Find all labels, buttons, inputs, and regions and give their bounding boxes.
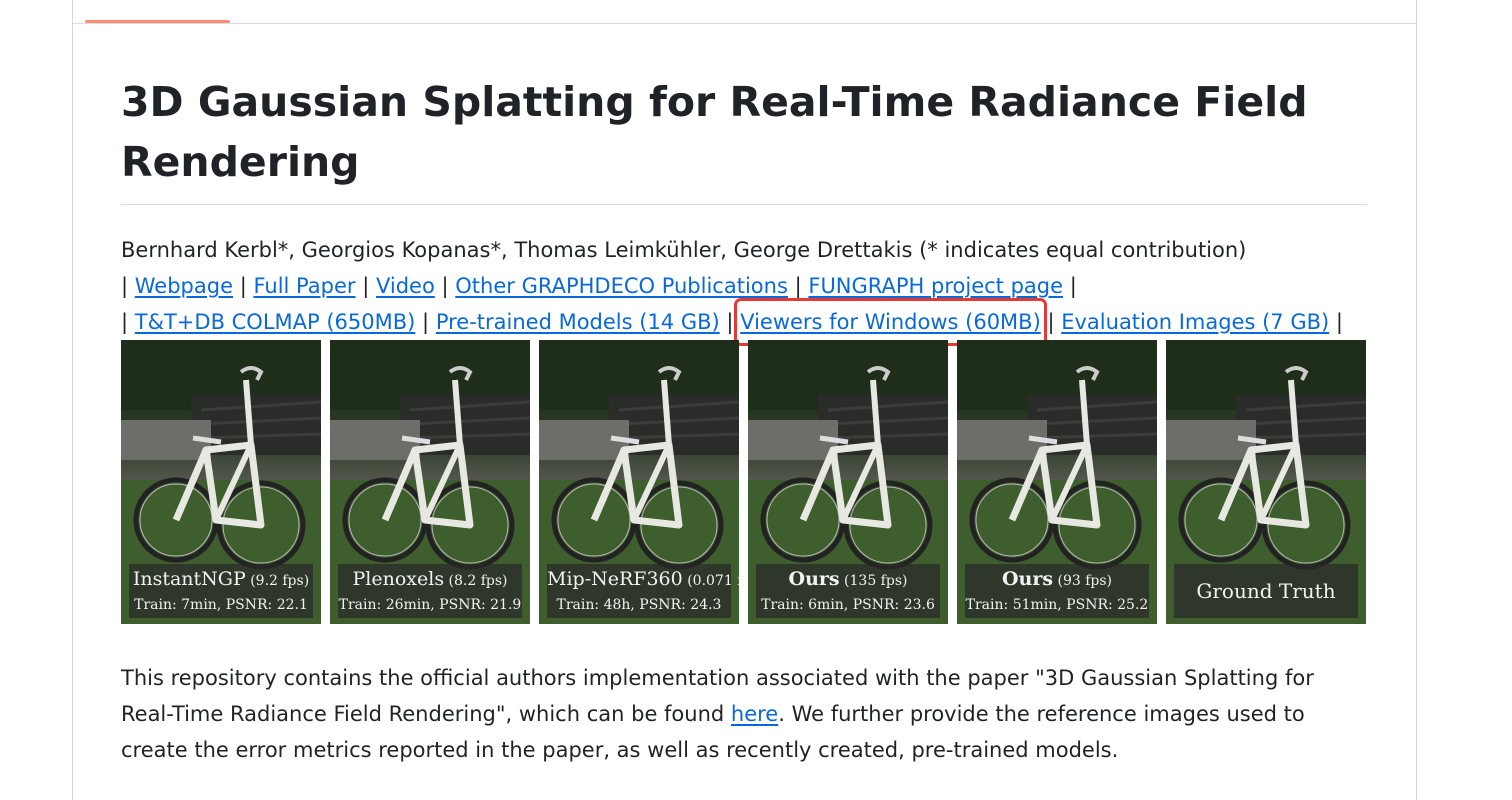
teaser-fps: (93 fps) (1053, 573, 1113, 589)
separator: | (1335, 310, 1343, 334)
teaser-tile: InstantNGP (9.2 fps) Train: 7min, PSNR: 2… (121, 340, 321, 624)
link-colmap[interactable]: T&T+DB COLMAP (650MB) (135, 310, 416, 334)
teaser-caption: Ours (93 fps) Train: 51min, PSNR: 25.2 (965, 564, 1149, 618)
link-evaluation-images[interactable]: Evaluation Images (7 GB) (1061, 310, 1329, 334)
tab-bar (73, 0, 1416, 24)
teaser-fps: (8.2 fps) (444, 573, 508, 589)
teaser-method-name: Ours (93 fps) (1001, 568, 1113, 590)
teaser-fps: (0.071 fps) (687, 573, 739, 589)
teaser-image: InstantNGP (9.2 fps) Train: 7min, PSNR: 2… (121, 340, 1367, 624)
separator: | (441, 274, 449, 298)
link-webpage[interactable]: Webpage (135, 274, 233, 298)
teaser-method-name: Ground Truth (1196, 579, 1336, 603)
separator: | (121, 274, 129, 298)
teaser-caption: Plenoxels (8.2 fps) Train: 26min, PSNR: 2… (338, 564, 522, 618)
teaser-metric: Train: 6min, PSNR: 23.6 (761, 597, 935, 613)
separator: | (362, 274, 370, 298)
link-viewers-windows[interactable]: Viewers for Windows (60MB) (740, 310, 1041, 334)
link-pretrained-models[interactable]: Pre-trained Models (14 GB) (436, 310, 720, 334)
separator: | (1047, 310, 1055, 334)
separator: | (121, 310, 129, 334)
teaser-caption: Ours (135 fps) Train: 6min, PSNR: 23.6 (756, 564, 940, 618)
link-graphdeco-publications[interactable]: Other GRAPHDECO Publications (455, 274, 788, 298)
teaser-tile: Mip-NeRF360 (0.071 fps) Train: 48h, PSNR:… (539, 340, 739, 624)
teaser-caption: Mip-NeRF360 (0.071 fps) Train: 48h, PSNR:… (547, 564, 739, 618)
links-row-1: | Webpage | Full Paper | Video | Other G… (121, 268, 1367, 304)
teaser-tile: Ours (93 fps) Train: 51min, PSNR: 25.2 (957, 340, 1157, 624)
separator: | (1069, 274, 1077, 298)
teaser-method-name: Mip-NeRF360 (0.071 fps) (547, 566, 739, 594)
teaser-method-name: InstantNGP (9.2 fps) (132, 568, 310, 590)
teaser-method-name: Plenoxels (8.2 fps) (352, 568, 508, 590)
teaser-caption: Ground Truth (1174, 564, 1358, 618)
links-row-2: | T&T+DB COLMAP (650MB) | Pre-trained Mo… (121, 298, 1367, 346)
teaser-fps: (9.2 fps) (245, 573, 310, 589)
separator: | (726, 310, 734, 334)
teaser-fps: (135 fps) (839, 573, 908, 589)
highlight-box: Viewers for Windows (60MB) (734, 298, 1047, 346)
separator: | (794, 274, 802, 298)
separator: | (239, 274, 247, 298)
teaser-tile: Plenoxels (8.2 fps) Train: 26min, PSNR: 2… (330, 340, 530, 624)
link-paper-here[interactable]: here (731, 702, 778, 726)
teaser-tile: Ours (135 fps) Train: 6min, PSNR: 23.6 (748, 340, 948, 624)
page-title: 3D Gaussian Splatting for Real-Time Radi… (121, 72, 1367, 205)
authors-line: Bernhard Kerbl*, Georgios Kopanas*, Thom… (121, 238, 1247, 262)
teaser-caption: InstantNGP (9.2 fps) Train: 7min, PSNR: 2… (129, 564, 313, 618)
separator: | (422, 310, 430, 334)
teaser-metric: Train: 51min, PSNR: 25.2 (965, 597, 1149, 613)
readme-content: 3D Gaussian Splatting for Real-Time Radi… (121, 72, 1367, 768)
teaser-metric: Train: 26min, PSNR: 21.9 (338, 597, 522, 613)
link-video[interactable]: Video (376, 274, 435, 298)
active-tab-indicator (85, 20, 230, 23)
description-paragraph: This repository contains the official au… (121, 660, 1367, 768)
teaser-metric: Train: 7min, PSNR: 22.1 (134, 597, 308, 613)
teaser-method-name: Ours (135 fps) (788, 568, 908, 590)
link-fungraph-project[interactable]: FUNGRAPH project page (808, 274, 1063, 298)
link-full-paper[interactable]: Full Paper (253, 274, 355, 298)
teaser-tile: Ground Truth (1166, 340, 1366, 624)
teaser-metric: Train: 48h, PSNR: 24.3 (556, 597, 722, 613)
